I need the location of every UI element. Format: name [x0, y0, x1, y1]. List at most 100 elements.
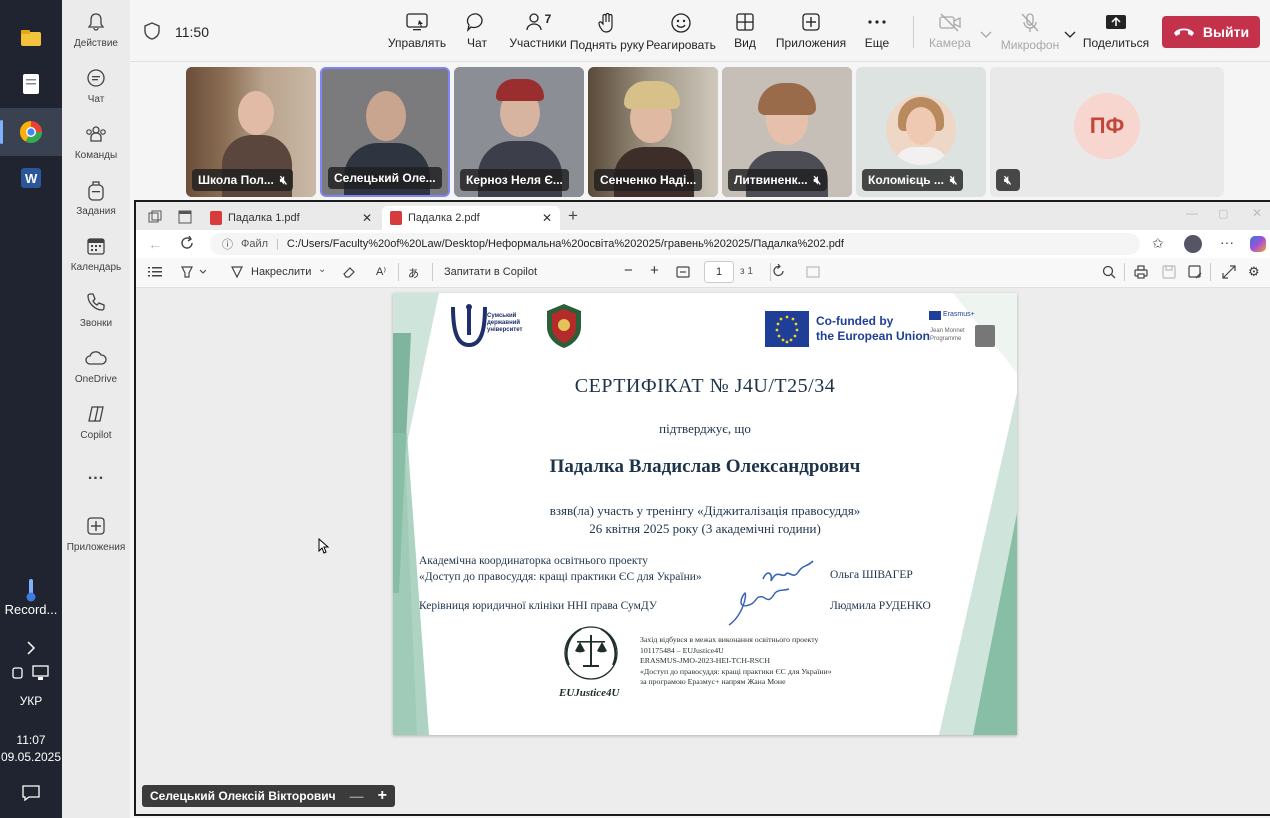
back-icon[interactable]: ←: [148, 236, 162, 252]
new-tab-icon[interactable]: +: [568, 206, 578, 226]
search-icon[interactable]: [1102, 265, 1116, 282]
participant-tile[interactable]: Сенченко Наді...: [588, 67, 718, 197]
control-share-button[interactable]: Поделиться: [1083, 12, 1149, 56]
file-explorer-icon[interactable]: [0, 14, 62, 62]
control-camera-button[interactable]: Камера: [928, 12, 972, 56]
word-icon[interactable]: W: [0, 154, 62, 202]
participant-tile[interactable]: Литвиненк... 🔇︎: [722, 67, 852, 197]
draw-label[interactable]: Накреслити: [251, 266, 311, 278]
maximize-icon[interactable]: ▢: [1218, 207, 1228, 220]
manage-icon: [406, 13, 428, 31]
control-manage-button[interactable]: Управлять: [388, 12, 446, 56]
shield-icon[interactable]: [144, 22, 160, 45]
fit-page-icon[interactable]: [676, 266, 690, 281]
camera-chevron-down-icon[interactable]: [980, 26, 992, 44]
favorites-icon[interactable]: ✩: [1152, 235, 1164, 252]
reload-icon[interactable]: [180, 235, 194, 255]
participant-tile[interactable]: Коломієць ... 🔇︎: [856, 67, 986, 197]
participant-tile[interactable]: ПФ 🔇︎: [990, 67, 1224, 197]
mic-muted-icon: 🔇︎: [1004, 172, 1012, 187]
draw-button[interactable]: [230, 265, 244, 282]
translate-icon[interactable]: あ: [408, 265, 419, 281]
rail-item-apps[interactable]: Приложения: [62, 514, 130, 570]
rail-item-teams[interactable]: Команды: [62, 122, 130, 178]
system-tray-icons[interactable]: [0, 660, 62, 686]
workspaces-icon[interactable]: [148, 210, 162, 229]
settings-gear-icon[interactable]: ⚙: [1248, 264, 1260, 280]
zoom-out-icon[interactable]: —: [350, 788, 364, 804]
save-as-icon[interactable]: [1188, 265, 1202, 282]
participant-tile[interactable]: Школа Пол... 🔇︎: [186, 67, 316, 197]
tab-actions-icon[interactable]: [178, 210, 192, 229]
zoom-in-icon[interactable]: +: [378, 787, 387, 805]
participant-name-tag: Сенченко Наді...: [594, 169, 703, 191]
zoom-in-icon[interactable]: +: [650, 262, 659, 279]
participant-face: [238, 91, 274, 135]
close-window-icon[interactable]: ✕: [1252, 206, 1262, 220]
rail-item-onedrive[interactable]: OneDrive: [62, 346, 130, 402]
rail-item-assignments[interactable]: Задания: [62, 178, 130, 234]
chrome-icon[interactable]: [0, 108, 62, 156]
highlight-icon[interactable]: [180, 265, 207, 282]
mic-off-icon: [1021, 13, 1039, 32]
browser-tab[interactable]: Падалка 1.pdf ✕: [202, 206, 380, 230]
ask-copilot-button[interactable]: Запитати в Copilot: [444, 266, 537, 278]
hang-up-icon: [1173, 28, 1194, 36]
rail-item-copilot[interactable]: Copilot: [62, 402, 130, 458]
fullscreen-icon[interactable]: [1222, 265, 1236, 282]
rail-item-more[interactable]: ...: [62, 466, 130, 490]
rail-label: Действие: [74, 38, 118, 49]
minimize-icon[interactable]: —: [1186, 206, 1198, 220]
close-tab-icon[interactable]: ✕: [362, 211, 372, 225]
browser-tab-active[interactable]: Падалка 2.pdf ✕: [382, 206, 560, 230]
language-indicator[interactable]: УКР: [0, 694, 62, 708]
contents-icon[interactable]: [148, 266, 162, 281]
print-icon[interactable]: [1134, 265, 1148, 282]
rail-item-activity[interactable]: Действие: [62, 10, 130, 66]
browser-more-icon[interactable]: ···: [1220, 234, 1234, 250]
eraser-icon[interactable]: [342, 265, 356, 282]
leave-button[interactable]: Выйти: [1162, 16, 1260, 48]
copilot-icon[interactable]: [1250, 236, 1266, 252]
chevron-right-icon[interactable]: [0, 636, 62, 660]
control-apps-button[interactable]: Приложения: [776, 12, 846, 56]
zoom-out-icon[interactable]: −: [624, 262, 633, 279]
control-mic-button[interactable]: Микрофон: [1001, 12, 1059, 56]
notifications-icon[interactable]: [0, 778, 62, 808]
control-view-button[interactable]: Вид: [732, 12, 758, 56]
control-chat-button[interactable]: Чат: [462, 12, 492, 56]
control-react-button[interactable]: Реагировать: [646, 12, 716, 56]
rail-item-calendar[interactable]: Календарь: [62, 234, 130, 290]
participant-tile[interactable]: Селецький Оле...: [320, 67, 450, 197]
rotate-icon[interactable]: [772, 263, 786, 281]
info-icon[interactable]: ⓘ: [222, 236, 233, 252]
save-icon[interactable]: [1162, 265, 1176, 282]
control-label: Камера: [929, 36, 971, 50]
clock-date[interactable]: 09.05.2025: [0, 750, 62, 764]
draw-chevron-down-icon[interactable]: ⌄: [318, 264, 326, 275]
url-field[interactable]: ⓘ Файл | C:/Users/Faculty%20of%20Law/Des…: [210, 233, 1140, 255]
read-aloud-icon[interactable]: A⁾: [376, 265, 386, 278]
presenter-label[interactable]: Селецький Олексій Вікторович — +: [142, 785, 395, 807]
rail-label: Календарь: [70, 262, 122, 273]
profile-avatar[interactable]: [1184, 235, 1202, 253]
clock-time[interactable]: 11:07: [0, 733, 62, 747]
draw-icon: [231, 266, 243, 279]
rail-item-calls[interactable]: Звонки: [62, 290, 130, 346]
control-more-button[interactable]: Еще: [864, 12, 890, 56]
control-raise-hand-button[interactable]: Поднять руку: [570, 12, 644, 56]
rail-item-chat[interactable]: Чат: [62, 66, 130, 122]
participant-tile[interactable]: Керноз Неля Є...: [454, 67, 584, 197]
participant-hair: [496, 79, 544, 101]
chat-icon: [466, 13, 483, 32]
jean-monnet-portrait: [975, 325, 995, 347]
control-participants-button[interactable]: 7 Участники: [509, 12, 566, 56]
close-tab-icon[interactable]: ✕: [542, 211, 552, 225]
notepad-icon[interactable]: [0, 60, 62, 108]
rail-label: Copilot: [80, 430, 112, 441]
page-number-input[interactable]: 1: [704, 261, 734, 283]
record-label[interactable]: Record...: [0, 602, 62, 617]
mic-chevron-down-icon[interactable]: [1064, 26, 1076, 44]
cloud-icon: [84, 346, 108, 370]
page-view-icon[interactable]: [806, 266, 820, 281]
